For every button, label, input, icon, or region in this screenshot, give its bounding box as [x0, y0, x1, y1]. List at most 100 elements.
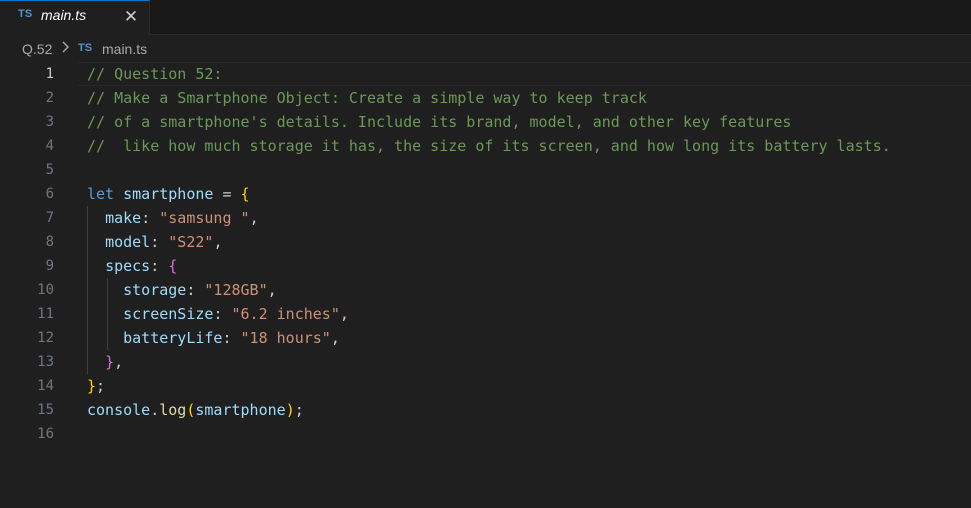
code-token: , [213, 233, 223, 251]
breadcrumb-file[interactable]: main.ts [102, 41, 147, 57]
line-number: 6 [45, 186, 54, 202]
code-content: model: "S22", [87, 230, 222, 254]
code-line[interactable]: 16 [0, 422, 971, 446]
code-token: log [159, 401, 187, 419]
line-number: 15 [37, 402, 54, 418]
code-line[interactable]: 8 model: "S22", [0, 230, 971, 254]
code-token: // Question 52: [87, 65, 223, 83]
code-token: : [222, 329, 241, 347]
code-content: specs: { [87, 254, 177, 278]
typescript-file-icon: TS [18, 8, 33, 20]
code-line[interactable]: 7 make: "samsung ", [0, 206, 971, 230]
code-token: , [330, 329, 340, 347]
code-token: screenSize [123, 305, 214, 323]
code-content: // of a smartphone's details. Include it… [87, 110, 791, 134]
code-token: , [114, 353, 124, 371]
code-token: } [105, 353, 115, 371]
code-token: ; [96, 377, 106, 395]
code-content: make: "samsung ", [87, 206, 259, 230]
code-line[interactable]: 9 specs: { [0, 254, 971, 278]
code-token: : [213, 305, 232, 323]
code-line[interactable]: 4 // like how much storage it has, the si… [0, 134, 971, 158]
line-number: 14 [37, 378, 54, 394]
code-line[interactable]: 5 [0, 158, 971, 182]
code-content: let smartphone = { [87, 182, 250, 206]
code-token: } [87, 377, 97, 395]
code-token: storage [123, 281, 187, 299]
code-token: // Make a Smartphone Object: Create a si… [87, 89, 647, 107]
code-content: screenSize: "6.2 inches", [87, 302, 349, 326]
code-token: . [150, 401, 160, 419]
code-token: { [240, 185, 250, 203]
code-line[interactable]: 13 }, [0, 350, 971, 374]
code-line[interactable]: 14}; [0, 374, 971, 398]
breadcrumb-folder[interactable]: Q.52 [22, 41, 52, 57]
code-token: make [105, 209, 142, 227]
code-token: smartphone [123, 185, 214, 203]
code-token: "S22" [168, 233, 214, 251]
code-token: , [339, 305, 349, 323]
code-content: // Make a Smartphone Object: Create a si… [87, 86, 647, 110]
code-line[interactable]: 2 // Make a Smartphone Object: Create a s… [0, 86, 971, 110]
tab-label: main.ts [41, 7, 87, 23]
editor-tab-bar: TS main.ts ✕ [0, 0, 971, 35]
code-line[interactable]: 12 batteryLife: "18 hours", [0, 326, 971, 350]
code-token: : [141, 209, 160, 227]
code-content: // like how much storage it has, the siz… [87, 134, 891, 158]
code-line[interactable]: 3 // of a smartphone's details. Include i… [0, 110, 971, 134]
line-number: 2 [45, 90, 54, 106]
line-number: 11 [37, 306, 54, 322]
code-token: ) [285, 401, 295, 419]
code-content: batteryLife: "18 hours", [87, 326, 340, 350]
code-token: : [150, 257, 169, 275]
code-content: // Question 52: [87, 62, 222, 86]
code-line[interactable]: 6 let smartphone = { [0, 182, 971, 206]
chevron-right-icon [62, 41, 69, 53]
line-number: 9 [45, 258, 54, 274]
line-number: 5 [45, 162, 54, 178]
code-line[interactable]: 1 // Question 52: [0, 62, 971, 86]
code-token: // like how much storage it has, the siz… [87, 137, 891, 155]
code-token: , [249, 209, 259, 227]
code-editor: TS main.ts ✕ Q.52 TS main.ts 1 // Questio… [0, 0, 971, 508]
code-content: }; [87, 374, 105, 398]
code-line[interactable]: 11 screenSize: "6.2 inches", [0, 302, 971, 326]
line-number: 1 [45, 66, 54, 82]
typescript-file-icon: TS [78, 42, 93, 54]
line-number: 4 [45, 138, 54, 154]
code-token: let [87, 185, 115, 203]
close-icon[interactable]: ✕ [120, 6, 142, 28]
line-number: 7 [45, 210, 54, 226]
code-content: console.log(smartphone); [87, 398, 304, 422]
code-token: model [105, 233, 151, 251]
code-token: : [186, 281, 205, 299]
code-token: console [87, 401, 151, 419]
code-token: "18 hours" [240, 329, 331, 347]
line-number: 10 [37, 282, 54, 298]
code-token: "6.2 inches" [231, 305, 340, 323]
line-number: 8 [45, 234, 54, 250]
code-token: "128GB" [204, 281, 268, 299]
code-line[interactable]: 10 storage: "128GB", [0, 278, 971, 302]
line-number: 16 [37, 426, 54, 442]
code-token: : [150, 233, 169, 251]
line-number: 12 [37, 330, 54, 346]
tab-main-ts[interactable]: TS main.ts ✕ [0, 0, 150, 35]
code-token: "samsung " [159, 209, 250, 227]
line-number: 13 [37, 354, 54, 370]
code-content: }, [87, 350, 123, 374]
code-text-area[interactable]: 1 // Question 52: 2 // Make a Smartphone Ob… [0, 62, 971, 508]
code-token: batteryLife [123, 329, 223, 347]
code-token: specs [105, 257, 151, 275]
code-token: // of a smartphone's details. Include it… [87, 113, 792, 131]
code-line[interactable]: 15 console.log(smartphone); [0, 398, 971, 422]
code-token: smartphone [195, 401, 286, 419]
line-number: 3 [45, 114, 54, 130]
